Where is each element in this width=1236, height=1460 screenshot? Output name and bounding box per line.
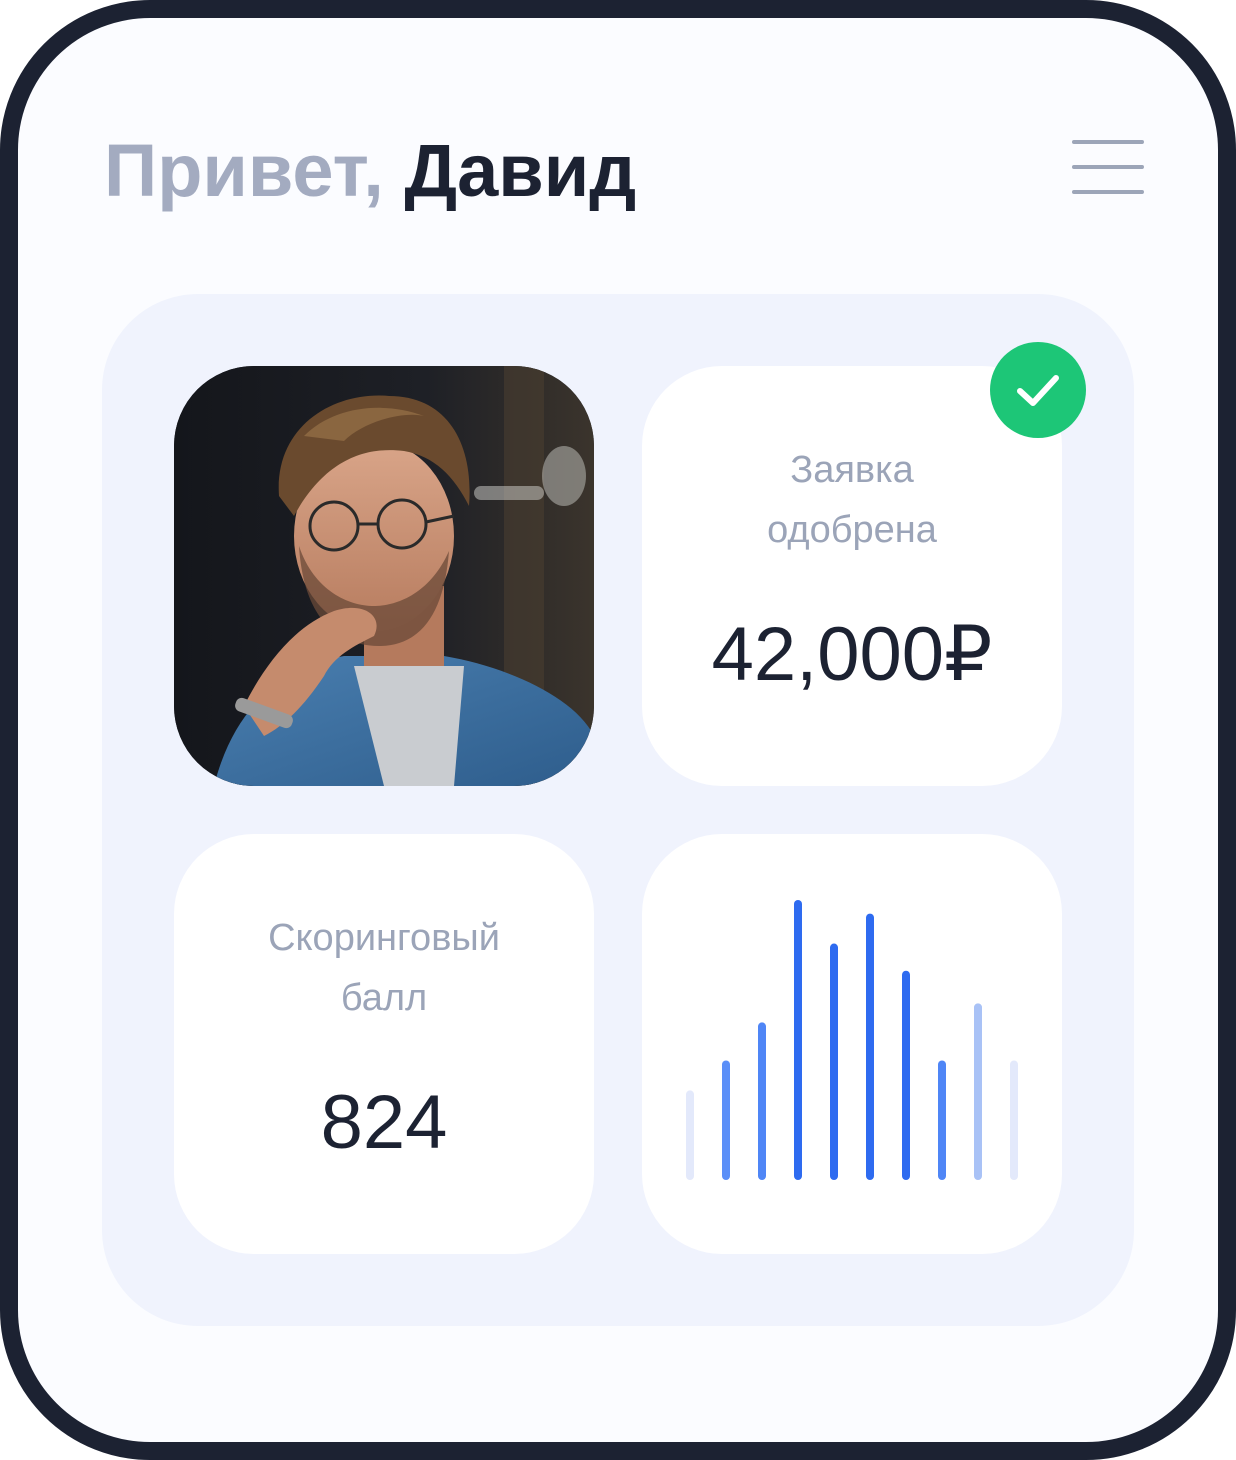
greeting: Привет, Давид [104, 126, 636, 216]
profile-photo [174, 366, 594, 786]
activity-chart-card[interactable] [642, 834, 1062, 1254]
phone-frame: Привет, Давид Заявка одобрена 42,000₽ Ск… [0, 0, 1236, 1460]
menu-line [1072, 140, 1144, 144]
score-label-line2: балл [340, 977, 428, 1019]
avatar [174, 366, 594, 786]
score-value: 824 [320, 1080, 448, 1165]
approval-label-line2: одобрена [767, 509, 937, 551]
dashboard-panel: Заявка одобрена 42,000₽ Скоринговый балл… [102, 294, 1134, 1326]
approved-amount: 42,000₽ [711, 612, 993, 697]
approval-card[interactable]: Заявка одобрена 42,000₽ [642, 342, 1086, 786]
greeting-prefix: Привет, [104, 129, 384, 212]
score-card[interactable]: Скоринговый балл 824 [174, 834, 594, 1254]
score-label: Скоринговый [268, 917, 500, 959]
hamburger-menu-icon[interactable] [1072, 140, 1144, 198]
activity-bar-chart [686, 900, 1018, 1180]
menu-line [1072, 190, 1144, 194]
user-name: Давид [404, 129, 637, 212]
approval-label: Заявка [790, 449, 914, 491]
checkmark-icon [990, 342, 1086, 438]
menu-line [1072, 165, 1144, 169]
header: Привет, Давид [104, 126, 1144, 216]
